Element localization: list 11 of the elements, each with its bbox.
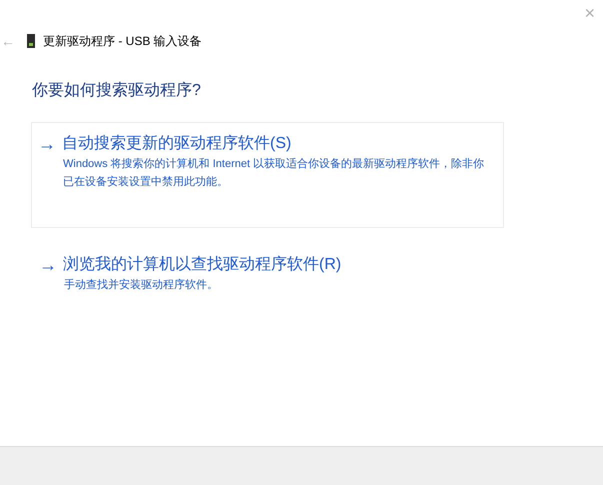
window-title: 更新驱动程序 - USB 输入设备 [43,33,202,50]
option-title: 浏览我的计算机以查找驱动程序软件(R) [63,254,342,275]
arrow-icon: → [38,133,56,155]
option-link[interactable]: → 自动搜索更新的驱动程序软件(S) Windows 将搜索你的计算机和 Internet 以获取适合你设备的最新驱动程序软件，除非你已在设备安装设置中禁用此功能。 [31,122,504,228]
device-icon [27,34,35,48]
page-heading: 你要如何搜索驱动程序? [32,80,202,101]
option-description: Windows 将搜索你的计算机和 Internet 以获取适合你设备的最新驱动程序软件，除非你已在设备安装设置中禁用此功能。 [62,156,486,190]
arrow-icon: → [39,254,57,276]
option-link[interactable]: → 浏览我的计算机以查找驱动程序软件(R) 手动查找并安装驱动程序软件。 [31,242,504,295]
option-description: 手动查找并安装驱动程序软件。 [63,278,219,293]
option-title: 自动搜索更新的驱动程序软件(S) [62,134,292,154]
